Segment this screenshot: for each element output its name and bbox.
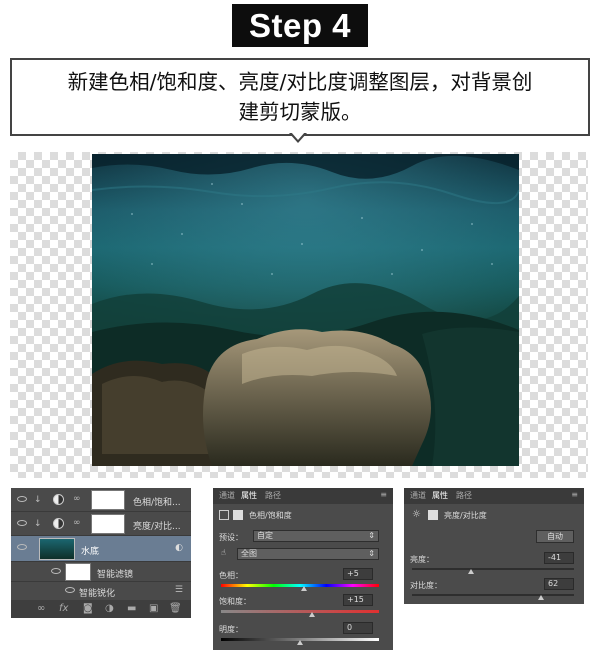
dropdown-arrow-icon: ⇕ — [368, 531, 375, 540]
hand-tool-icon[interactable]: ☝ — [221, 548, 226, 557]
brightness-slider-track[interactable] — [412, 568, 574, 570]
panel-menu-icon[interactable]: ≡ — [571, 490, 578, 499]
clip-arrow-icon: ↓ — [34, 519, 42, 529]
contrast-slider-track[interactable] — [412, 594, 574, 596]
mask-view-icon[interactable] — [233, 510, 243, 520]
tutorial-screen: { "header": {"step_label": "Step 4"}, "i… — [0, 0, 600, 650]
tab-properties[interactable]: 属性 — [241, 490, 257, 501]
trash-icon[interactable]: 🗑 — [169, 603, 182, 614]
mask-icon[interactable]: ◙ — [83, 603, 93, 614]
filter-options-icon[interactable]: ☰ — [175, 585, 183, 595]
layer-name[interactable]: 水底 — [81, 544, 99, 557]
filter-mask-thumbnail[interactable] — [65, 563, 91, 581]
panel-title: 色相/饱和度 — [249, 511, 292, 520]
tab-paths[interactable]: 路径 — [456, 490, 472, 501]
layer-row-brightness-contrast[interactable]: ↓ ∞ 亮度/对比... — [11, 512, 191, 536]
bubble-tail-inner — [291, 132, 305, 140]
underwater-scene — [92, 154, 519, 466]
adjustment-layer-icon — [53, 494, 64, 505]
saturation-value-field[interactable]: +15 — [343, 594, 373, 606]
panel-title-row: ☼ 亮度/对比度 — [404, 508, 584, 524]
hue-label: 色相： — [219, 571, 243, 580]
saturation-slider-knob[interactable] — [309, 612, 315, 617]
hue-value-field[interactable]: +5 — [343, 568, 373, 580]
folder-icon[interactable]: ▬ — [127, 603, 136, 614]
layers-panel: ↓ ∞ 色相/饱和... ↓ ∞ 亮度/对比... 水底 ◐ 智能滤镜 智能锐化… — [11, 488, 191, 618]
panel-tabbar: 通道 属性 路径 ≡ — [404, 488, 584, 504]
tab-channels[interactable]: 通道 — [219, 490, 235, 501]
adjustment-layer-icon — [53, 518, 64, 529]
layer-name[interactable]: 亮度/对比... — [133, 519, 181, 532]
panel-tabbar: 通道 属性 路径 ≡ — [213, 488, 393, 504]
hue-saturation-panel: 通道 属性 路径 ≡ 色相/饱和度 预设： 自定 ⇕ ☝ 全图 ⇕ 色相： +5… — [213, 488, 393, 650]
saturation-slider-track[interactable] — [221, 610, 379, 613]
preset-dropdown[interactable]: 自定 ⇕ — [253, 530, 379, 542]
hue-slider-track[interactable] — [221, 584, 379, 587]
preset-value: 自定 — [257, 531, 273, 540]
lightness-label: 明度： — [219, 625, 243, 634]
lightness-slider-knob[interactable] — [297, 640, 303, 645]
tab-channels[interactable]: 通道 — [410, 490, 426, 501]
adjustment-icon[interactable]: ◑ — [105, 603, 114, 614]
tab-properties[interactable]: 属性 — [432, 490, 448, 501]
underwater-photo — [92, 154, 519, 466]
visibility-eye-icon[interactable] — [17, 496, 27, 502]
mask-view-icon[interactable] — [428, 510, 438, 520]
contrast-label: 对比度： — [410, 581, 442, 590]
layer-name[interactable]: 智能锐化 — [79, 586, 115, 599]
adjustment-type-icon — [219, 510, 229, 520]
panel-title: 亮度/对比度 — [444, 511, 487, 520]
saturation-label: 饱和度： — [219, 597, 251, 606]
layer-name[interactable]: 色相/饱和... — [133, 495, 181, 508]
layer-row-water[interactable]: 水底 ◐ — [11, 536, 191, 562]
hue-slider-knob[interactable] — [301, 586, 307, 591]
visibility-eye-icon[interactable] — [17, 520, 27, 526]
dropdown-arrow-icon: ⇕ — [368, 549, 375, 558]
brightness-contrast-panel: 通道 属性 路径 ≡ ☼ 亮度/对比度 自动 亮度： -41 对比度： 62 — [404, 488, 584, 604]
channel-value: 全图 — [241, 549, 257, 558]
filter-row[interactable]: 智能锐化 ☰ — [11, 582, 191, 600]
visibility-eye-icon[interactable] — [65, 587, 75, 593]
smart-object-thumbnail[interactable] — [39, 538, 75, 560]
layers-footer: ∞ fx ◙ ◑ ▬ ▣ 🗑 — [11, 600, 191, 618]
contrast-slider-knob[interactable] — [538, 595, 544, 600]
brightness-sun-icon: ☼ — [412, 509, 421, 520]
link-icon[interactable]: ∞ — [37, 603, 45, 614]
instruction-bubble: 新建色相/饱和度、亮度/对比度调整图层，对背景创 建剪切蒙版。 — [10, 58, 590, 136]
fx-icon[interactable]: fx — [59, 603, 68, 614]
smart-object-badge-icon: ◐ — [175, 543, 183, 553]
visibility-eye-icon[interactable] — [17, 544, 27, 550]
brightness-slider-knob[interactable] — [468, 569, 474, 574]
brightness-label: 亮度： — [410, 555, 434, 564]
channel-dropdown[interactable]: 全图 ⇕ — [237, 548, 379, 560]
visibility-eye-icon[interactable] — [51, 568, 61, 574]
chain-link-icon: ∞ — [73, 518, 81, 528]
tab-paths[interactable]: 路径 — [265, 490, 281, 501]
auto-button[interactable]: 自动 — [536, 530, 574, 543]
layer-row-hue-sat[interactable]: ↓ ∞ 色相/饱和... — [11, 488, 191, 512]
brightness-value-field[interactable]: -41 — [544, 552, 574, 564]
new-layer-icon[interactable]: ▣ — [149, 603, 158, 614]
panel-menu-icon[interactable]: ≡ — [380, 490, 387, 499]
step-label: Step 4 — [232, 4, 368, 47]
layer-mask-thumbnail[interactable] — [91, 514, 125, 534]
instruction-line-1: 新建色相/饱和度、亮度/对比度调整图层，对背景创 — [67, 70, 533, 94]
layer-mask-thumbnail[interactable] — [91, 490, 125, 510]
clip-arrow-icon: ↓ — [34, 495, 42, 505]
contrast-value-field[interactable]: 62 — [544, 578, 574, 590]
chain-link-icon: ∞ — [73, 494, 81, 504]
layer-name[interactable]: 智能滤镜 — [97, 567, 133, 580]
panel-title-row: 色相/饱和度 — [213, 508, 393, 524]
smart-filter-row[interactable]: 智能滤镜 — [11, 562, 191, 582]
lightness-value-field[interactable]: 0 — [343, 622, 373, 634]
instruction-line-2: 建剪切蒙版。 — [238, 100, 362, 124]
preset-label: 预设： — [219, 533, 243, 542]
